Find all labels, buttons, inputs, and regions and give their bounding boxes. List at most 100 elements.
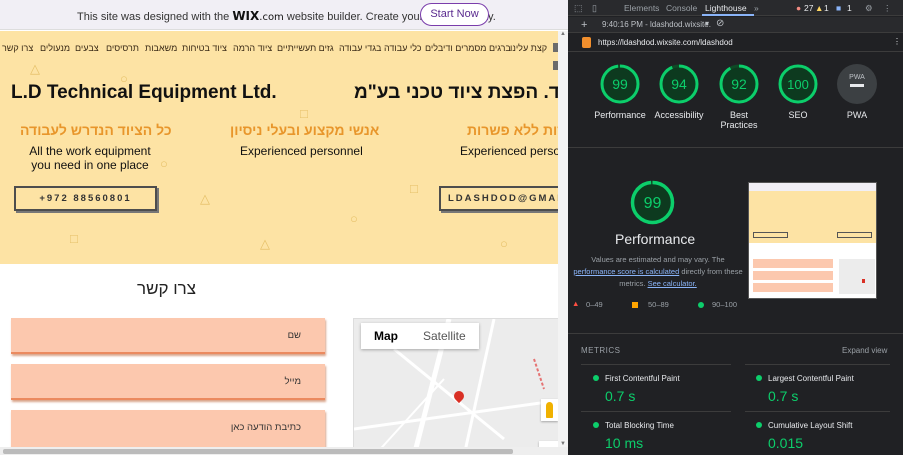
metric-tbt-name: Total Blocking Time	[605, 421, 674, 430]
pwa-badge-text: PWA	[849, 74, 865, 81]
email-button[interactable]: LDASHDOD@GMAIL.CO	[439, 186, 568, 211]
map-tab[interactable]: Map	[374, 329, 398, 343]
feature-heading-personnel: אנשי מקצוע ובעלי ניסיון	[230, 122, 380, 138]
nav-item-about[interactable]: קצת עלינו	[510, 43, 547, 53]
pass-circle-icon	[593, 422, 599, 428]
pegman-icon[interactable]	[541, 399, 558, 421]
report-menu-icon[interactable]: ⋮	[893, 37, 901, 46]
email-field-placeholder: מייל	[284, 376, 302, 387]
error-count[interactable]: 27	[804, 3, 813, 13]
warning-count[interactable]: 1	[824, 3, 829, 13]
decor-shape: ○	[350, 211, 358, 226]
website-viewport: This site was designed with the WIX.com …	[0, 0, 568, 455]
divider	[581, 364, 731, 365]
decor-shape: □	[410, 181, 418, 196]
nav-item-pumps[interactable]: משאבות	[145, 43, 177, 53]
wix-banner: This site was designed with the WIX.com …	[0, 0, 568, 30]
map-type-control: Map Satellite	[361, 323, 479, 349]
metrics-header: METRICS	[581, 346, 621, 355]
company-title-he: ל.ד. הפצת ציוד טכני בע"מ	[354, 82, 568, 103]
google-map[interactable]: Map Satellite	[353, 318, 568, 455]
dropdown-icon[interactable]: ▾	[705, 19, 709, 28]
gauge-pwa[interactable]: PWA	[836, 63, 878, 105]
devtools-tabbar: ⬚ ▯ Elements Console Lighthouse » ● 27 ▲…	[568, 0, 903, 16]
nav-item-paints[interactable]: צבעים	[75, 43, 99, 53]
nav-item-sprays[interactable]: תרסיסים	[106, 43, 139, 53]
horizontal-scrollbar[interactable]	[0, 447, 568, 455]
nav-item-lifting[interactable]: ציוד הרמה	[233, 43, 272, 53]
nav-item-safety[interactable]: ציוד בטיחות	[182, 43, 227, 53]
performance-big-gauge: 99	[630, 180, 675, 225]
new-report-icon[interactable]: +	[581, 19, 587, 31]
wix-logo-text: WIX	[232, 9, 260, 23]
nav-item-contact[interactable]: צרו קשר	[2, 43, 33, 53]
gauge-performance[interactable]: 99	[599, 63, 641, 105]
kebab-menu-icon[interactable]: ⋮	[883, 3, 892, 14]
name-field[interactable]: שם	[11, 318, 325, 354]
vertical-scrollbar[interactable]: ▲ ▼	[558, 31, 568, 447]
wix-logo-suffix: .com	[259, 12, 284, 23]
performance-title: Performance	[615, 231, 696, 247]
inspect-icon[interactable]: ⬚	[574, 3, 583, 14]
start-now-button[interactable]: Start Now	[420, 3, 489, 26]
nav-item-tools[interactable]: כלי עבודה	[384, 43, 422, 53]
expand-view-toggle[interactable]: Expand view	[842, 346, 887, 355]
clear-icon[interactable]: ⊘	[716, 18, 724, 29]
message-field-placeholder: כתיבת הודעה כאן	[230, 422, 301, 433]
feature-text-line: All the work equipment	[29, 144, 151, 158]
report-url[interactable]: https://ldashdod.wixsite.com/ldashdod	[598, 38, 733, 47]
message-icon: ■	[836, 3, 842, 13]
contact-title: צרו קשר	[137, 279, 197, 298]
tab-console[interactable]: Console	[666, 3, 697, 13]
tab-lighthouse[interactable]: Lighthouse	[705, 3, 747, 13]
gauge-accessibility[interactable]: 94	[658, 63, 700, 105]
satellite-tab[interactable]: Satellite	[423, 329, 466, 343]
settings-gear-icon[interactable]: ⚙	[865, 3, 873, 14]
average-square-icon	[632, 302, 638, 308]
metric-fcp-name: First Contentful Paint	[605, 374, 680, 383]
performance-big-score: 99	[644, 195, 662, 212]
scroll-up-icon[interactable]: ▲	[560, 31, 566, 37]
nav-item-screws[interactable]: ברגים מסמרים ודיבלים	[425, 43, 511, 53]
feature-text-personnel: Experienced personnel	[240, 144, 363, 158]
score-calculated-link[interactable]: performance score is calculated	[573, 267, 679, 276]
pass-circle-icon	[593, 375, 599, 381]
note-text: Values are estimated and may vary. The	[591, 255, 725, 264]
final-screenshot-thumbnail[interactable]	[748, 182, 877, 299]
main-nav: צרו קשר מנעולים צבעים תרסיסים משאבות ציו…	[0, 43, 568, 61]
nav-item-gases[interactable]: גזים תעשייתיים	[277, 43, 334, 53]
thumb-banner	[749, 183, 876, 191]
score-accessibility: 94	[671, 76, 687, 92]
feature-heading-equipment: כל הציוד הנדרש לעבודה	[20, 122, 172, 138]
thumb-map	[839, 259, 875, 294]
message-field[interactable]: כתיבת הודעה כאן	[11, 410, 325, 450]
label-best-practices: Best Practices	[720, 110, 758, 130]
see-calculator-link[interactable]: See calculator.	[648, 279, 697, 288]
divider	[745, 364, 890, 365]
phone-button[interactable]: +972 88560801	[14, 186, 157, 211]
score-performance: 99	[612, 76, 628, 92]
gauge-best-practices[interactable]: 92	[718, 63, 760, 105]
metric-lcp-name: Largest Contentful Paint	[768, 374, 854, 383]
message-count[interactable]: 1	[847, 3, 852, 13]
device-toggle-icon[interactable]: ▯	[592, 3, 597, 14]
metric-cls-name: Cumulative Layout Shift	[768, 421, 853, 430]
hero-section: △ ○ □ △ ○ □ △ □ ○ ○ צרו קשר מנעולים צבעי…	[0, 31, 568, 264]
decor-shape: □	[300, 106, 308, 121]
banner-text-pre: This site was designed with the	[77, 11, 230, 23]
pass-circle-icon	[756, 422, 762, 428]
feature-text-line: you need in one place	[31, 158, 149, 172]
nav-item-workwear[interactable]: בגדי עבודה	[339, 43, 381, 53]
more-tabs-icon[interactable]: »	[754, 3, 759, 13]
divider	[568, 333, 903, 334]
feature-heading-service: שירות ללא פשרות	[467, 122, 568, 138]
lighthouse-toolbar: + 9:40:16 PM - ldashdod.wixsite. ▾ ⊘	[568, 17, 903, 33]
metric-tbt-value: 10 ms	[605, 435, 644, 451]
gauge-seo[interactable]: 100	[777, 63, 819, 105]
tab-elements[interactable]: Elements	[624, 3, 659, 13]
nav-item-locks[interactable]: מנעולים	[40, 43, 70, 53]
screen: This site was designed with the WIX.com …	[0, 0, 903, 455]
report-select[interactable]: 9:40:16 PM - ldashdod.wixsite.	[602, 20, 711, 29]
company-title-en: L.D Technical Equipment Ltd.	[11, 82, 277, 103]
email-field[interactable]: מייל	[11, 364, 325, 400]
